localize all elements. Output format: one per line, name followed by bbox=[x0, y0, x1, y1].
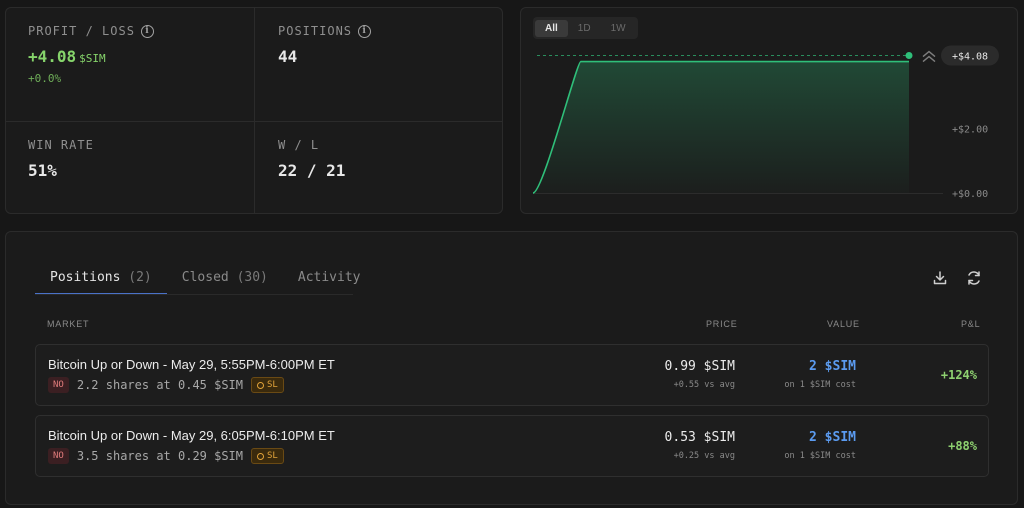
chevrons-up-icon bbox=[922, 50, 936, 63]
positions-value: 44 bbox=[278, 47, 298, 66]
value-cell: 2 $SIM on 1 $SIM cost bbox=[784, 359, 856, 390]
current-value-label: +$4.08 bbox=[952, 52, 988, 63]
positions-panel: Positions (2) Closed (30) Activity MARKE… bbox=[5, 231, 1018, 505]
price-cell: 0.99 $SIM +0.55 vs avg bbox=[665, 359, 735, 390]
refresh-icon bbox=[968, 271, 980, 285]
shares-text: 2.2 shares at 0.45 $SIM bbox=[76, 378, 244, 392]
value-cost: on 1 $SIM cost bbox=[784, 451, 856, 461]
pnl-chart-card: +$4.08 +$2.00 +$0.00 All 1D 1W bbox=[520, 7, 1018, 214]
y-tick-label: +$2.00 bbox=[952, 125, 988, 136]
win-rate-value: 51% bbox=[28, 161, 57, 180]
download-icon bbox=[933, 271, 947, 285]
stop-loss-badge[interactable]: SL bbox=[251, 448, 284, 464]
value-cell: 2 $SIM on 1 $SIM cost bbox=[784, 430, 856, 461]
stat-label: WIN RATE bbox=[28, 138, 94, 152]
positions-tabs: Positions (2) Closed (30) Activity bbox=[35, 261, 376, 295]
column-header-price: PRICE bbox=[706, 319, 738, 329]
stats-card: PROFIT / LOSS i +4.08 $SIM +0.0% POSITION… bbox=[5, 7, 503, 214]
stat-label: POSITIONS bbox=[278, 24, 353, 38]
stat-win-rate: WIN RATE 51% bbox=[28, 138, 94, 180]
range-tab-all[interactable]: All bbox=[535, 19, 568, 37]
tabs-divider bbox=[35, 294, 353, 295]
column-header-value: VALUE bbox=[827, 319, 860, 329]
stop-loss-icon bbox=[257, 381, 265, 389]
info-icon[interactable]: i bbox=[140, 24, 154, 38]
stop-loss-icon bbox=[257, 452, 265, 460]
position-row[interactable]: Bitcoin Up or Down - May 29, 6:05PM-6:10… bbox=[35, 415, 989, 477]
value-cost: on 1 $SIM cost bbox=[784, 380, 856, 390]
win-loss-value: 22 / 21 bbox=[278, 161, 346, 180]
column-header-pnl: P&L bbox=[961, 319, 981, 329]
price-value: 0.53 $SIM bbox=[664, 430, 735, 445]
tab-label: Positions bbox=[50, 270, 121, 285]
y-tick-label: +$0.00 bbox=[952, 189, 988, 200]
divider bbox=[6, 121, 502, 122]
market-title: Bitcoin Up or Down - May 29, 6:05PM-6:10… bbox=[48, 428, 335, 443]
stat-label: PROFIT / LOSS bbox=[28, 24, 135, 38]
current-value-dot bbox=[905, 52, 913, 60]
stat-win-loss: W / L 22 / 21 bbox=[278, 138, 345, 180]
stat-profit-loss: PROFIT / LOSS i +4.08 $SIM +0.0% bbox=[28, 24, 154, 85]
tab-closed[interactable]: Closed (30) bbox=[167, 261, 283, 294]
tab-count: (2) bbox=[128, 270, 152, 285]
price-cell: 0.53 $SIM +0.25 vs avg bbox=[665, 430, 735, 461]
profit-loss-unit: $SIM bbox=[79, 52, 106, 65]
price-value: 0.99 $SIM bbox=[664, 359, 735, 374]
stop-loss-badge[interactable]: SL bbox=[251, 377, 284, 393]
position-row[interactable]: Bitcoin Up or Down - May 29, 5:55PM-6:00… bbox=[35, 344, 989, 406]
tab-activity[interactable]: Activity bbox=[283, 261, 376, 294]
shares-text: 3.5 shares at 0.29 $SIM bbox=[76, 449, 244, 463]
price-vs-avg: +0.55 vs avg bbox=[673, 380, 735, 390]
range-tabs: All 1D 1W bbox=[533, 17, 638, 39]
refresh-button[interactable] bbox=[965, 269, 983, 287]
price-vs-avg: +0.25 vs avg bbox=[673, 451, 735, 461]
position-value: 2 $SIM bbox=[809, 359, 856, 374]
stat-positions: POSITIONS i 44 bbox=[278, 24, 372, 66]
column-header-market: MARKET bbox=[47, 319, 90, 329]
tab-label: Activity bbox=[297, 270, 361, 285]
tab-positions[interactable]: Positions (2) bbox=[35, 261, 167, 295]
side-badge: NO bbox=[48, 448, 69, 464]
divider bbox=[254, 8, 255, 213]
download-button[interactable] bbox=[931, 269, 949, 287]
info-icon[interactable]: i bbox=[358, 24, 372, 38]
chart-area bbox=[533, 61, 909, 194]
profit-loss-change: +0.0% bbox=[28, 72, 62, 85]
range-tab-1d[interactable]: 1D bbox=[568, 20, 601, 37]
tab-count: (30) bbox=[236, 270, 268, 285]
pnl-value: +88% bbox=[948, 439, 977, 453]
pnl-value: +124% bbox=[940, 368, 977, 382]
stop-loss-label: SL bbox=[267, 380, 278, 390]
stat-label: W / L bbox=[278, 138, 320, 152]
tab-label: Closed bbox=[181, 270, 229, 285]
side-badge: NO bbox=[48, 377, 69, 393]
stop-loss-label: SL bbox=[267, 451, 278, 461]
range-tab-1w[interactable]: 1W bbox=[601, 20, 636, 37]
profit-loss-value: +4.08 bbox=[28, 47, 77, 66]
market-title: Bitcoin Up or Down - May 29, 5:55PM-6:00… bbox=[48, 357, 335, 372]
position-value: 2 $SIM bbox=[809, 430, 856, 445]
